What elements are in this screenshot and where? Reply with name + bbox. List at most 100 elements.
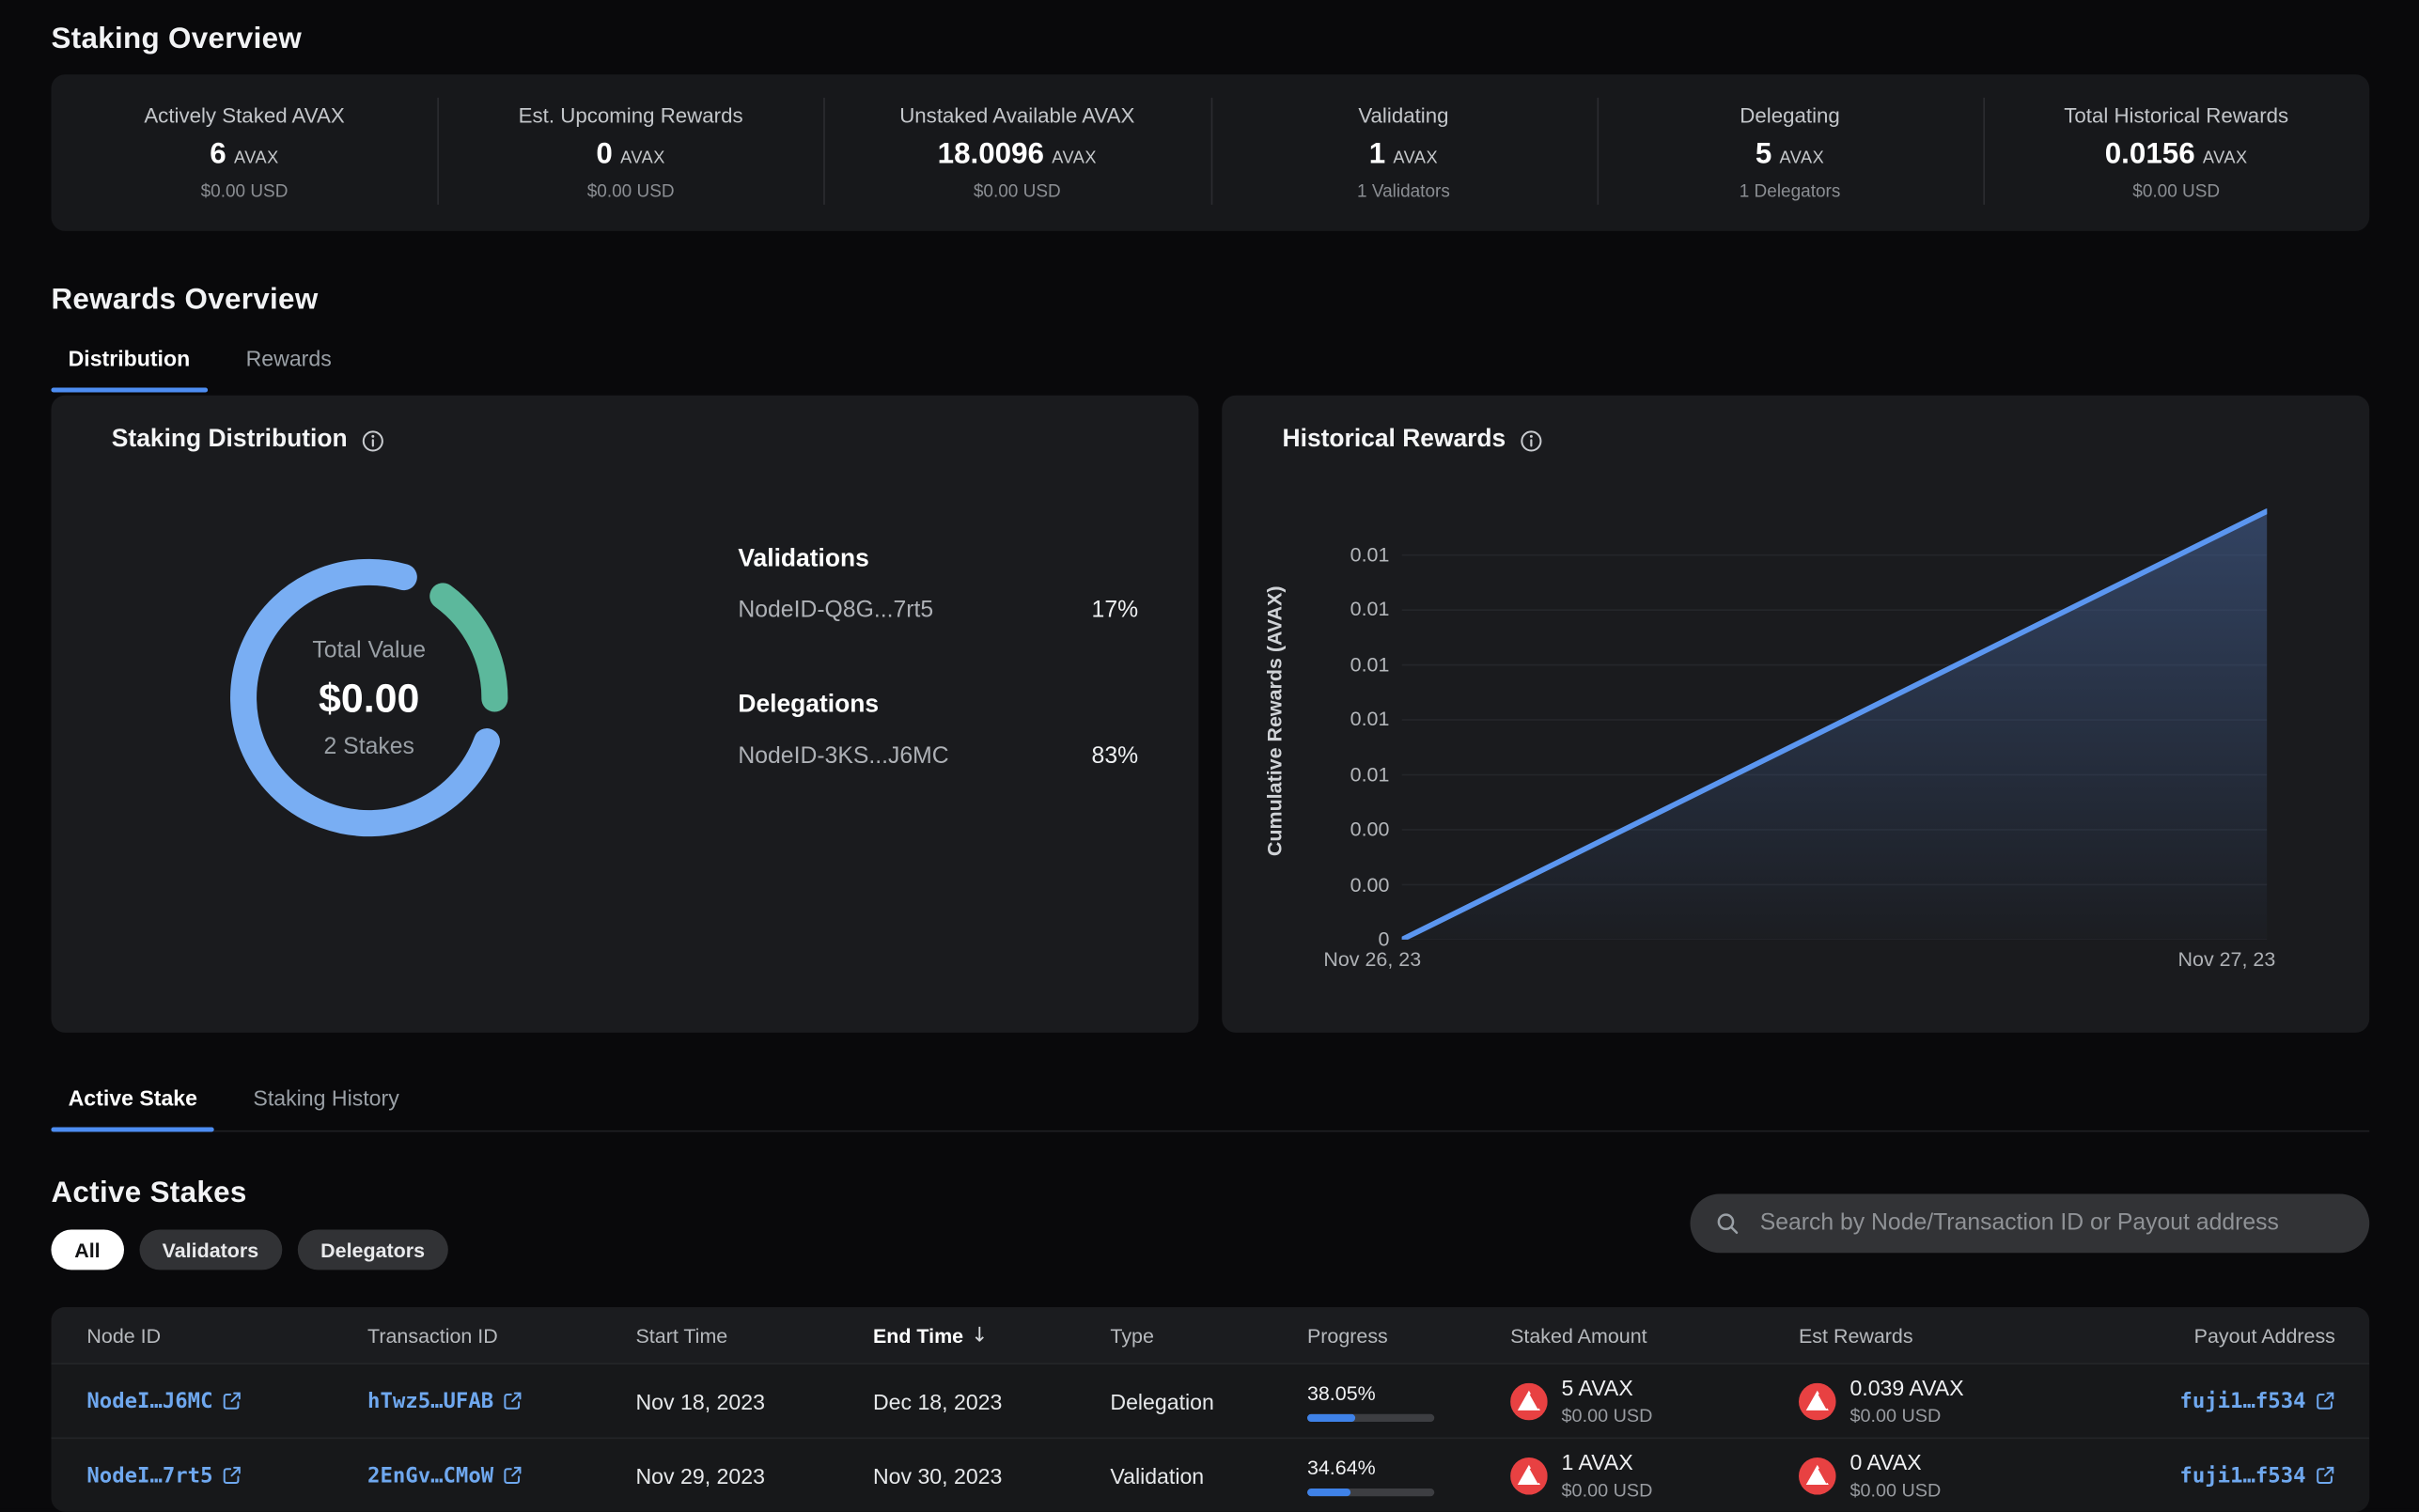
rewards-tabbar: Distribution Rewards	[51, 346, 2369, 391]
staking-distribution-card: Staking Distribution Total Value $0.00 2…	[51, 396, 1198, 1033]
y-tick: 0.01	[1350, 708, 1390, 732]
historical-rewards-card: Historical Rewards Cumulative Rewards (A…	[1222, 396, 2369, 1033]
legend-item-delegation: NodeID-3KS...J6MC 83%	[738, 742, 1138, 769]
type-cell: Delegation	[1110, 1389, 1307, 1413]
node-id-cell: NodeI…7rt5	[86, 1463, 367, 1488]
stat-label: Est. Upcoming Rewards	[519, 104, 743, 128]
stat-card: Delegating 5 AVAX 1 Delegators	[1597, 74, 1983, 231]
est-rewards-cell: 0 AVAX $0.00 USD	[1799, 1450, 2087, 1501]
col-progress[interactable]: Progress	[1307, 1323, 1510, 1347]
progress-percent: 38.05%	[1307, 1380, 1510, 1404]
stat-sub: $0.00 USD	[974, 183, 1061, 202]
stat-unit: AVAX	[234, 148, 279, 167]
stat-unit: AVAX	[620, 148, 665, 167]
historical-rewards-line-chart	[1402, 504, 2268, 940]
col-transaction-id[interactable]: Transaction ID	[367, 1323, 635, 1347]
payout-address-link[interactable]: fuji1…f534	[2179, 1463, 2334, 1488]
stat-value: 0 AVAX	[596, 138, 664, 172]
legend-delegations-heading: Delegations	[738, 692, 1138, 720]
stat-sub: $0.00 USD	[587, 183, 675, 202]
node-id-link[interactable]: NodeI…J6MC	[86, 1389, 367, 1413]
col-est-rewards[interactable]: Est Rewards	[1799, 1323, 2087, 1347]
payout-cell: fuji1…f534	[2087, 1389, 2335, 1413]
stat-card: Est. Upcoming Rewards 0 AVAX $0.00 USD	[438, 74, 824, 231]
search-bar[interactable]	[1691, 1193, 2370, 1253]
filter-pills: All Validators Delegators	[51, 1229, 447, 1270]
tab-distribution[interactable]: Distribution	[51, 346, 207, 391]
table-row: NodeI…J6MC hTwz5…UFAB	[51, 1364, 2369, 1439]
rewards-usd: $0.00 USD	[1849, 1479, 1941, 1501]
legend-validations-heading: Validations	[738, 546, 1138, 574]
tab-active-stake[interactable]: Active Stake	[51, 1085, 214, 1130]
y-tick: 0.01	[1350, 652, 1390, 677]
stat-label: Actively Staked AVAX	[144, 104, 344, 128]
sort-descending-icon: ↓	[971, 1323, 988, 1347]
donut-center-value: $0.00	[319, 674, 419, 722]
avax-logo-icon	[1510, 1457, 1548, 1494]
progress-bar-fill	[1307, 1413, 1355, 1421]
est-rewards-cell: 0.039 AVAX $0.00 USD	[1799, 1376, 2087, 1426]
table-header-row: Node ID Transaction ID Start Time End Ti…	[51, 1307, 2369, 1364]
staked-avax: 5 AVAX	[1562, 1376, 1653, 1400]
stat-unit: AVAX	[1052, 148, 1097, 167]
stakes-tabbar: Active Stake Staking History	[51, 1085, 2369, 1132]
payout-address-link[interactable]: fuji1…f534	[2179, 1389, 2334, 1413]
x-tick-end: Nov 27, 23	[2178, 947, 2276, 971]
col-start-time[interactable]: Start Time	[636, 1323, 873, 1347]
info-icon[interactable]	[1520, 429, 1543, 452]
tx-id-link[interactable]: hTwz5…UFAB	[367, 1389, 635, 1413]
tx-id-link[interactable]: 2EnGv…CMoW	[367, 1463, 635, 1488]
rewards-avax: 0.039 AVAX	[1849, 1376, 1963, 1400]
stat-number: 1	[1369, 138, 1385, 172]
type-cell: Validation	[1110, 1463, 1307, 1488]
start-time-cell: Nov 29, 2023	[636, 1463, 873, 1488]
staked-amount-cell: 5 AVAX $0.00 USD	[1510, 1376, 1799, 1426]
staked-amount-cell: 1 AVAX $0.00 USD	[1510, 1450, 1799, 1501]
historical-rewards-title: Historical Rewards	[1283, 427, 1506, 455]
rewards-avax: 0 AVAX	[1849, 1450, 1941, 1474]
donut-legend: Validations NodeID-Q8G...7rt5 17% Delega…	[738, 546, 1138, 837]
y-tick: 0.01	[1350, 762, 1390, 787]
col-staked-amount[interactable]: Staked Amount	[1510, 1323, 1799, 1347]
stat-card: Total Historical Rewards 0.0156 AVAX $0.…	[1983, 74, 2369, 231]
node-id-link[interactable]: NodeI…7rt5	[86, 1463, 367, 1488]
col-payout-address[interactable]: Payout Address	[2087, 1323, 2335, 1347]
node-id-cell: NodeI…J6MC	[86, 1389, 367, 1413]
historical-rewards-title-row: Historical Rewards	[1283, 427, 1543, 455]
stat-number: 0.0156	[2105, 138, 2195, 172]
legend-node-id: NodeID-Q8G...7rt5	[738, 597, 933, 623]
stat-value: 1 AVAX	[1369, 138, 1438, 172]
search-input[interactable]	[1756, 1208, 2344, 1237]
donut-center-sub: 2 Stakes	[324, 733, 414, 759]
start-time-cell: Nov 18, 2023	[636, 1389, 873, 1413]
avax-logo-icon	[1799, 1457, 1836, 1494]
filter-delegators[interactable]: Delegators	[297, 1229, 447, 1270]
progress-percent: 34.64%	[1307, 1456, 1510, 1479]
end-time-cell: Nov 30, 2023	[873, 1463, 1110, 1488]
external-link-icon	[222, 1465, 242, 1485]
charts-row: Staking Distribution Total Value $0.00 2…	[51, 396, 2369, 1033]
info-icon[interactable]	[361, 429, 384, 452]
stat-value: 5 AVAX	[1756, 138, 1824, 172]
col-node-id[interactable]: Node ID	[86, 1323, 367, 1347]
page-root: Staking Overview Actively Staked AVAX 6 …	[0, 0, 2419, 1512]
staking-distribution-title: Staking Distribution	[112, 427, 348, 455]
stat-number: 6	[210, 138, 226, 172]
donut-center-label: Total Value	[312, 636, 426, 662]
col-end-time-sorted[interactable]: End Time ↓	[873, 1323, 1110, 1347]
stat-sub: 1 Validators	[1357, 183, 1450, 202]
avax-logo-icon	[1799, 1382, 1836, 1420]
filter-validators[interactable]: Validators	[139, 1229, 282, 1270]
tab-rewards[interactable]: Rewards	[228, 346, 348, 391]
stat-label: Delegating	[1740, 104, 1840, 128]
search-icon	[1715, 1210, 1740, 1235]
x-tick-start: Nov 26, 23	[1323, 947, 1421, 971]
filter-all[interactable]: All	[51, 1229, 123, 1270]
legend-percentage: 17%	[1092, 597, 1139, 623]
tab-staking-history[interactable]: Staking History	[236, 1085, 416, 1130]
table-body: NodeI…J6MC hTwz5…UFAB	[51, 1364, 2369, 1512]
col-type[interactable]: Type	[1110, 1323, 1307, 1347]
legend-item-validation: NodeID-Q8G...7rt5 17%	[738, 597, 1138, 623]
legend-node-id: NodeID-3KS...J6MC	[738, 742, 948, 769]
progress-bar	[1307, 1488, 1434, 1495]
